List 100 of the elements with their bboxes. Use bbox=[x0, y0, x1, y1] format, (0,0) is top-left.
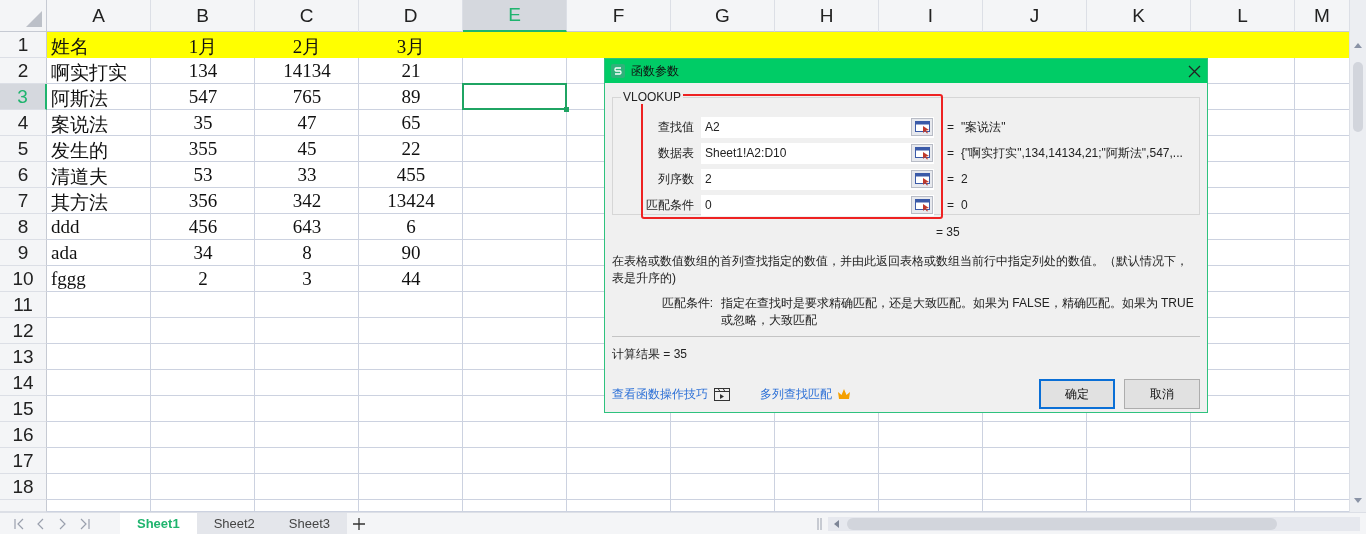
argument-field[interactable]: 2 bbox=[701, 168, 934, 190]
column-header[interactable]: M bbox=[1295, 0, 1349, 32]
cell-text: 355 bbox=[187, 138, 219, 160]
row-header[interactable]: 11 bbox=[0, 292, 47, 318]
scrollbar-thumb[interactable] bbox=[847, 517, 1278, 530]
cell-text: ada bbox=[51, 242, 78, 264]
column-header[interactable]: B bbox=[151, 0, 255, 32]
dialog-title: 函数参数 bbox=[631, 62, 680, 80]
cell-text: fggg bbox=[51, 268, 86, 290]
cell-text: 765 bbox=[291, 86, 323, 108]
select-all-button[interactable] bbox=[0, 0, 47, 32]
close-icon[interactable] bbox=[1188, 64, 1201, 78]
argument-field[interactable]: A2 bbox=[701, 116, 934, 138]
row-header[interactable]: 14 bbox=[0, 370, 47, 396]
argument-help-text: 指定在查找时是要求精确匹配，还是大致匹配。如果为 FALSE，精确匹配。如果为 TRUE 或忽略，大致匹配 bbox=[721, 295, 1195, 329]
row-header[interactable]: 12 bbox=[0, 318, 47, 344]
cell-text: 33 bbox=[296, 164, 318, 186]
sheet-tab[interactable]: Sheet3 bbox=[271, 513, 348, 534]
column-header[interactable]: L bbox=[1191, 0, 1295, 32]
column-header[interactable]: K bbox=[1087, 0, 1191, 32]
column-header[interactable]: F bbox=[567, 0, 671, 32]
range-select-icon bbox=[914, 172, 930, 186]
function-description: 在表格或数值数组的首列查找指定的数值，并由此返回表格或数组当前行中指定列处的数值。（默认情况下，表是升序的) bbox=[612, 253, 1189, 287]
row-header[interactable]: 16 bbox=[0, 422, 47, 448]
splitter-icon[interactable] bbox=[817, 517, 823, 530]
cell-text: 2 bbox=[197, 268, 209, 290]
previous-sheet-icon[interactable] bbox=[36, 517, 46, 530]
add-sheet-icon[interactable] bbox=[353, 517, 366, 530]
column-header[interactable]: I bbox=[879, 0, 983, 32]
argument-field[interactable]: Sheet1!A2:D10 bbox=[701, 142, 934, 164]
cell-text: 47 bbox=[296, 112, 318, 134]
row-header[interactable]: 5 bbox=[0, 136, 47, 162]
equals-sign: = bbox=[947, 120, 955, 134]
cell-text: 21 bbox=[400, 60, 422, 82]
argument-label: 数据表 bbox=[657, 144, 695, 162]
cell-text: 3 bbox=[301, 268, 313, 290]
help-link[interactable]: 查看函数操作技巧 bbox=[612, 385, 708, 403]
column-header[interactable]: G bbox=[671, 0, 775, 32]
cell-text: 22 bbox=[400, 138, 422, 160]
last-sheet-icon[interactable] bbox=[80, 517, 90, 530]
row-header[interactable]: 8 bbox=[0, 214, 47, 240]
cell-text: 35 bbox=[192, 112, 214, 134]
argument-result: 0 bbox=[961, 198, 968, 212]
row-header[interactable]: 2 bbox=[0, 58, 47, 84]
range-picker-button[interactable] bbox=[911, 170, 933, 188]
range-picker-button[interactable] bbox=[911, 196, 933, 214]
range-picker-button[interactable] bbox=[911, 118, 933, 136]
column-header[interactable]: D bbox=[359, 0, 463, 32]
argument-label: 查找值 bbox=[657, 118, 695, 136]
active-cell[interactable] bbox=[462, 83, 567, 110]
cell-text: 134 bbox=[187, 60, 219, 82]
row-header[interactable]: 9 bbox=[0, 240, 47, 266]
cell-text: 547 bbox=[187, 86, 219, 108]
range-select-icon bbox=[914, 120, 930, 134]
cell-text: 阿斯法 bbox=[51, 87, 108, 111]
row-header[interactable]: 17 bbox=[0, 448, 47, 474]
cell-text: 45 bbox=[296, 138, 318, 160]
equals-sign: = bbox=[947, 172, 955, 186]
argument-label: 匹配条件 bbox=[645, 196, 695, 214]
argument-label: 列序数 bbox=[657, 170, 695, 188]
calculation-result: 计算结果 = 35 bbox=[612, 346, 689, 363]
scroll-left-icon[interactable] bbox=[834, 519, 840, 528]
function-name: VLOOKUP bbox=[621, 90, 684, 104]
sheet-tab[interactable]: Sheet2 bbox=[196, 513, 272, 534]
column-header[interactable]: J bbox=[983, 0, 1087, 32]
cell-text: 1月 bbox=[187, 35, 219, 59]
argument-result: "案说法" bbox=[961, 118, 1006, 136]
row-header[interactable]: 18 bbox=[0, 474, 47, 500]
first-sheet-icon[interactable] bbox=[14, 517, 24, 530]
row-header[interactable]: 10 bbox=[0, 266, 47, 292]
cell-text: 90 bbox=[400, 242, 422, 264]
cell-text: 89 bbox=[400, 86, 422, 108]
range-picker-button[interactable] bbox=[911, 144, 933, 162]
argument-field[interactable]: 0 bbox=[701, 194, 934, 216]
argument-result: 2 bbox=[961, 172, 968, 186]
cell-text: 643 bbox=[291, 216, 323, 238]
argument-result: {"啊实打实",134,14134,21;"阿斯法",547,... bbox=[961, 144, 1183, 162]
scroll-up-icon[interactable] bbox=[1353, 43, 1363, 49]
column-header[interactable]: A bbox=[47, 0, 151, 32]
column-header[interactable]: H bbox=[775, 0, 879, 32]
row-header[interactable]: 13 bbox=[0, 344, 47, 370]
cell-text: 发生的 bbox=[51, 139, 108, 163]
row-header[interactable]: 1 bbox=[0, 32, 47, 58]
help-link[interactable]: 多列查找匹配 bbox=[760, 385, 832, 403]
row-header[interactable]: 4 bbox=[0, 110, 47, 136]
video-icon bbox=[714, 386, 730, 402]
row-header[interactable]: 15 bbox=[0, 396, 47, 422]
cell-text: 2月 bbox=[291, 35, 323, 59]
scroll-down-icon[interactable] bbox=[1353, 498, 1363, 504]
cell-text: 53 bbox=[192, 164, 214, 186]
column-header[interactable]: C bbox=[255, 0, 359, 32]
scrollbar-thumb[interactable] bbox=[1353, 62, 1363, 132]
dialog-button[interactable]: 取消 bbox=[1124, 379, 1200, 409]
cell-text: 6 bbox=[405, 216, 417, 238]
next-sheet-icon[interactable] bbox=[58, 517, 68, 530]
cell-text: 案说法 bbox=[51, 113, 108, 137]
row-header[interactable]: 6 bbox=[0, 162, 47, 188]
row-header[interactable]: 7 bbox=[0, 188, 47, 214]
dialog-button[interactable]: 确定 bbox=[1039, 379, 1115, 409]
cell-text: 342 bbox=[291, 190, 323, 212]
